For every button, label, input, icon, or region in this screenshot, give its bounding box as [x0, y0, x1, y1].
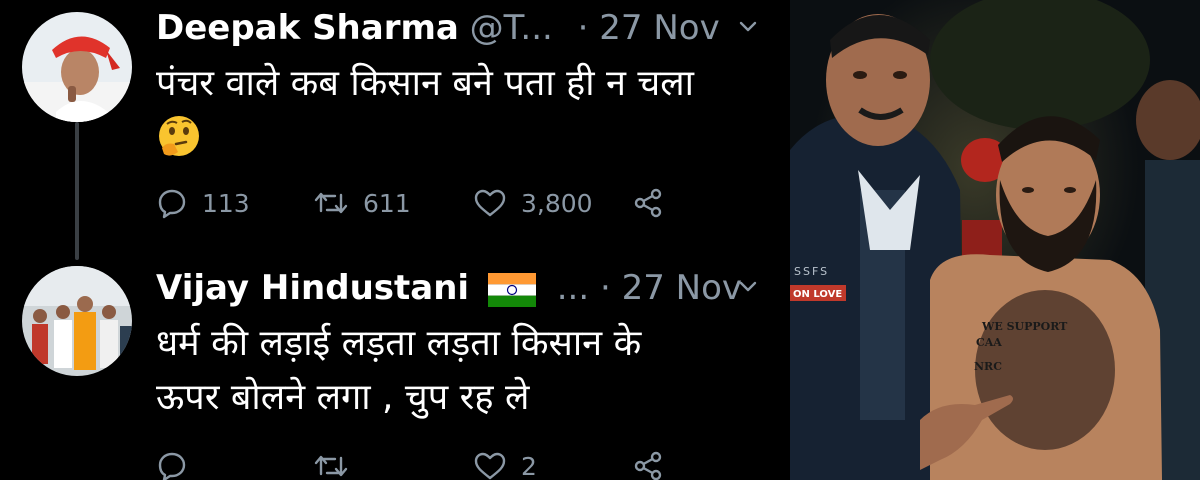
retweet-button[interactable]: 611 — [313, 183, 411, 223]
separator: · — [599, 268, 611, 308]
chevron-down-icon[interactable] — [738, 276, 758, 296]
avatar[interactable] — [22, 266, 132, 376]
share-button[interactable] — [632, 183, 664, 223]
retweet-icon — [313, 450, 349, 480]
tweet-text-line: धर्म की लड़ाई लड़ता लड़ता किसान के — [156, 323, 642, 364]
user-handle[interactable]: @T... — [470, 8, 553, 48]
avatar[interactable] — [22, 12, 132, 122]
tweet-date[interactable]: 27 Nov — [622, 268, 742, 308]
chest-text-line: NRC — [974, 360, 1002, 373]
reply-count: 113 — [202, 188, 250, 218]
tweet-text-line: पंचर वाले कब किसान बने पता ही न चला — [156, 63, 694, 104]
india-flag-emoji — [487, 272, 536, 307]
reply-icon — [156, 450, 188, 480]
share-button[interactable] — [632, 446, 664, 480]
retweet-button[interactable] — [313, 446, 363, 480]
display-name[interactable]: Deepak Sharma — [156, 8, 459, 48]
heart-icon — [473, 187, 507, 219]
tweet-actions: 2 — [156, 446, 696, 480]
tweet-thread: Deepak Sharma @T... · 27 Nov पंचर वाले क… — [0, 0, 790, 480]
tweet-date[interactable]: 27 Nov — [599, 8, 719, 48]
reply-button[interactable] — [156, 446, 202, 480]
tweet-photo[interactable]: SSFS ON LOVE WE SUPPORT CAA NRC — [790, 0, 1200, 480]
display-name[interactable]: Vijay Hindustani — [156, 268, 469, 308]
heart-icon — [473, 450, 507, 480]
tweet-text-line: ऊपर बोलने लगा , चुप रह ले — [156, 377, 530, 418]
share-icon — [632, 187, 664, 219]
tweet-2[interactable]: Vijay Hindustani ... · 27 Nov धर्म की लड… — [0, 260, 790, 480]
retweet-count: 611 — [363, 188, 411, 218]
like-button[interactable]: 3,800 — [473, 183, 593, 223]
like-button[interactable]: 2 — [473, 446, 537, 480]
chest-text-line: WE SUPPORT — [981, 320, 1068, 333]
thinking-face-emoji — [156, 114, 202, 160]
tweet-header: Vijay Hindustani ... · 27 Nov — [156, 266, 742, 310]
chevron-down-icon[interactable] — [738, 16, 758, 36]
share-icon — [632, 450, 664, 480]
reply-button[interactable]: 113 — [156, 183, 250, 223]
retweet-icon — [313, 187, 349, 219]
reply-icon — [156, 187, 188, 219]
tweet-text: धर्म की लड़ाई लड़ता लड़ता किसान के ऊपर ब… — [156, 320, 756, 422]
separator: · — [577, 8, 589, 48]
thread-connector — [75, 122, 79, 260]
tweet-1[interactable]: Deepak Sharma @T... · 27 Nov पंचर वाले क… — [0, 0, 790, 260]
jacket-badge: ON LOVE — [793, 289, 842, 300]
tweet-header: Deepak Sharma @T... · 27 Nov — [156, 6, 720, 50]
user-handle[interactable]: ... — [557, 268, 589, 308]
chest-text-line: CAA — [976, 336, 1002, 349]
like-count: 3,800 — [521, 188, 593, 218]
like-count: 2 — [521, 451, 537, 480]
jacket-text: SSFS — [794, 265, 829, 278]
tweet-text: पंचर वाले कब किसान बने पता ही न चला — [156, 60, 756, 173]
tweet-actions: 113 611 3,800 — [156, 183, 696, 223]
